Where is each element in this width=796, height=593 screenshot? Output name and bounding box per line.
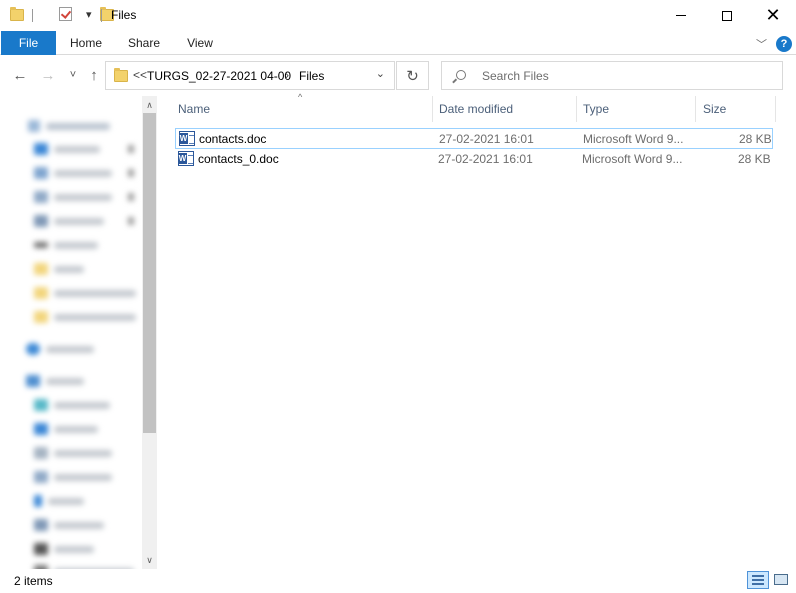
file-name[interactable]: contacts.doc <box>199 132 266 146</box>
back-arrow-icon: ← <box>12 66 28 84</box>
word-document-icon <box>178 151 194 166</box>
tab-share[interactable]: Share <box>120 31 168 55</box>
breadcrumb-segment-parent[interactable]: TURGS_02-27-2021 04-00 <box>147 69 291 83</box>
column-header-date-modified[interactable]: Date modified <box>431 96 576 122</box>
file-date-modified: 27-02-2021 16:01 <box>438 152 533 166</box>
column-header-size[interactable]: Size <box>695 96 775 122</box>
file-list: ^ Name Date modified Type Size contacts.… <box>170 92 796 569</box>
address-dropdown-icon[interactable]: ⌄ <box>376 67 385 80</box>
up-arrow-icon: ↑ <box>90 66 98 84</box>
up-button[interactable]: ↑ <box>84 65 104 85</box>
forward-button[interactable]: → <box>38 65 58 85</box>
address-bar[interactable]: << TURGS_02-27-2021 04-00 › Files ⌄ <box>105 61 395 90</box>
scroll-down-icon[interactable]: ∨ <box>142 553 157 567</box>
refresh-button[interactable]: ↻ <box>396 61 429 90</box>
close-button[interactable]: ✕ <box>750 0 796 31</box>
breadcrumb-overflow[interactable]: << <box>133 68 147 82</box>
folder-icon <box>10 7 24 21</box>
help-icon[interactable]: ? <box>776 36 792 52</box>
ribbon-tabs: File Home Share View ﹀ ? <box>0 31 796 55</box>
refresh-icon: ↻ <box>406 67 419 85</box>
recent-locations-button[interactable]: ˅ <box>63 65 83 85</box>
maximize-button[interactable] <box>704 0 750 31</box>
breadcrumb-segment-current[interactable]: Files <box>299 69 324 83</box>
item-count: 2 items <box>14 574 53 588</box>
close-icon: ✕ <box>765 5 781 25</box>
folder-icon <box>114 68 128 82</box>
scroll-up-icon[interactable]: ∧ <box>142 98 157 112</box>
column-divider[interactable] <box>775 96 776 122</box>
customize-dropdown-icon[interactable]: ▾ <box>86 8 92 21</box>
properties-checkmark-icon[interactable] <box>59 7 73 21</box>
file-date-modified: 27-02-2021 16:01 <box>439 132 534 146</box>
large-icons-view-icon <box>774 574 788 585</box>
expand-ribbon-icon[interactable]: ﹀ <box>756 36 767 52</box>
details-view-icon <box>752 575 764 577</box>
tab-view[interactable]: View <box>176 31 224 55</box>
file-size: 28 KB <box>739 132 772 146</box>
column-header-type[interactable]: Type <box>575 96 695 122</box>
qa-separator <box>32 9 33 22</box>
scrollbar-thumb[interactable] <box>143 113 156 433</box>
forward-arrow-icon: → <box>40 66 56 84</box>
file-row[interactable]: contacts.doc 27-02-2021 16:01 Microsoft … <box>175 128 773 149</box>
file-name[interactable]: contacts_0.doc <box>198 152 279 166</box>
search-icon <box>456 70 466 80</box>
search-box[interactable]: Search Files <box>441 61 783 90</box>
title-bar: ▾ Files ✕ <box>0 0 796 31</box>
breadcrumb-separator[interactable]: › <box>285 68 289 82</box>
maximize-icon <box>722 10 732 21</box>
details-view-button[interactable] <box>747 571 769 589</box>
minimize-button[interactable] <box>658 0 704 31</box>
file-row[interactable]: contacts_0.doc 27-02-2021 16:01 Microsof… <box>175 149 773 170</box>
status-bar: 2 items <box>0 569 796 593</box>
navigation-pane-blurred-tree <box>0 96 142 569</box>
minimize-icon <box>676 15 686 16</box>
tab-file[interactable]: File <box>1 31 56 55</box>
file-type: Microsoft Word 9... <box>583 132 684 146</box>
title-separator <box>101 9 102 22</box>
tab-home[interactable]: Home <box>62 31 110 55</box>
navigation-bar: ← → ˅ ↑ << TURGS_02-27-2021 04-00 › File… <box>0 56 796 94</box>
navigation-pane: ∧ ∨ <box>0 96 157 569</box>
large-icons-view-button[interactable] <box>771 571 793 589</box>
chevron-down-icon: ˅ <box>69 69 77 81</box>
column-header-name[interactable]: Name <box>170 96 432 122</box>
window-title: Files <box>111 8 137 22</box>
word-document-icon <box>179 131 195 146</box>
back-button[interactable]: ← <box>10 65 30 85</box>
file-size: 28 KB <box>738 152 771 166</box>
file-type: Microsoft Word 9... <box>582 152 683 166</box>
navigation-pane-scrollbar[interactable]: ∧ ∨ <box>142 96 157 569</box>
search-placeholder[interactable]: Search Files <box>482 69 549 83</box>
